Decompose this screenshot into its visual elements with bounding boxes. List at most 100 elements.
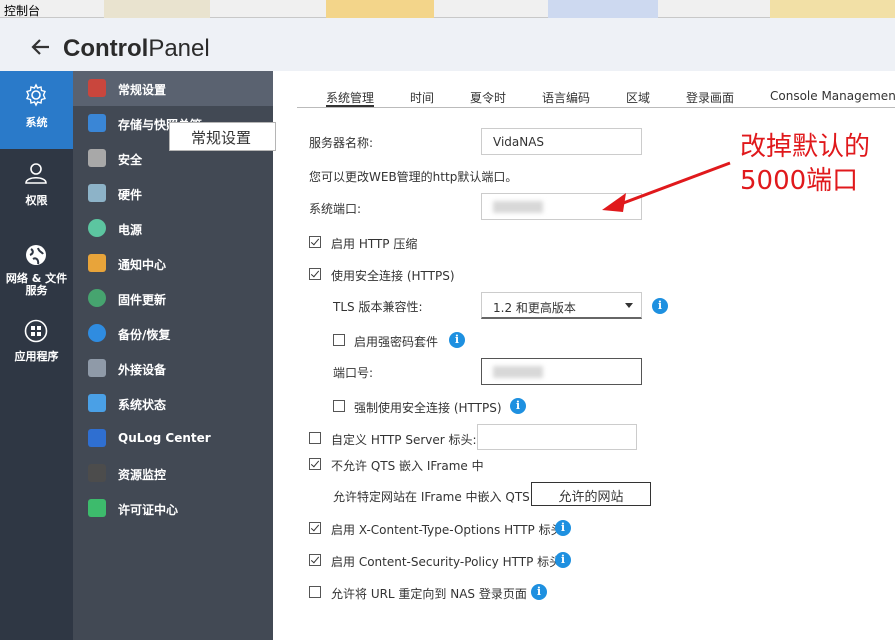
back-arrow-icon[interactable]	[30, 36, 52, 58]
menu-label: 固件更新	[118, 293, 167, 307]
annotation-text: 改掉默认的 5000端口	[740, 132, 871, 196]
license-icon	[88, 499, 106, 517]
menu-item-hardware[interactable]: 硬件	[73, 176, 273, 211]
tls-label: TLS 版本兼容性:	[333, 300, 423, 314]
blurred-value	[493, 201, 543, 213]
firmware-icon	[88, 289, 106, 307]
rail-item-network[interactable]: 网络 & 文件 服务	[0, 231, 73, 311]
menu-label: 安全	[118, 153, 143, 167]
tls-version-value: 1.2 和更高版本	[493, 301, 576, 315]
tab-console-management[interactable]: Console Management	[770, 89, 895, 103]
https-checkbox[interactable]	[309, 268, 321, 280]
menu-item-notifications[interactable]: 通知中心	[73, 246, 273, 281]
tls-version-select[interactable]: 1.2 和更高版本	[481, 292, 642, 319]
category-rail: 系统 权限 网络 & 文件 服务 应用程序	[0, 71, 73, 640]
https-port-input[interactable]	[481, 358, 642, 385]
menu-item-resource[interactable]: 资源监控	[73, 456, 273, 491]
info-icon[interactable]: i	[510, 398, 526, 414]
rail-label: 应用程序	[14, 350, 59, 363]
info-icon[interactable]: i	[555, 520, 571, 536]
info-icon[interactable]: i	[555, 552, 571, 568]
info-icon[interactable]: i	[652, 298, 668, 314]
custom-header-input[interactable]	[477, 424, 637, 450]
annotation-arrow	[602, 161, 731, 212]
apps-icon	[24, 319, 48, 343]
http-compression-checkbox[interactable]	[309, 236, 321, 248]
window-title: 控制台	[4, 4, 41, 18]
background-tile	[548, 0, 658, 18]
xcto-checkbox[interactable]	[309, 522, 321, 534]
storage-icon	[88, 114, 106, 132]
force-https-checkbox[interactable]	[333, 400, 345, 412]
menu-item-license[interactable]: 许可证中心	[73, 491, 273, 526]
window-titlebar: 控制台	[0, 0, 895, 18]
tab-login-screen[interactable]: 登录画面	[686, 89, 734, 106]
background-tile	[770, 0, 895, 18]
custom-header-checkbox[interactable]	[309, 432, 321, 444]
menu-item-external[interactable]: 外接设备	[73, 351, 273, 386]
gear-icon	[26, 83, 46, 107]
rail-item-system[interactable]: 系统	[0, 71, 73, 149]
backup-icon	[88, 324, 106, 342]
strong-cipher-label: 启用强密码套件	[354, 335, 439, 349]
globe-icon	[26, 245, 46, 265]
menu-label: 资源监控	[118, 468, 167, 482]
menu-item-status[interactable]: 系统状态	[73, 386, 273, 421]
system-status-icon	[88, 394, 106, 412]
qulog-icon	[88, 429, 106, 447]
background-tile	[326, 0, 434, 18]
tab-system-admin[interactable]: 系统管理	[326, 89, 375, 107]
lock-icon	[88, 149, 106, 167]
strong-cipher-checkbox[interactable]	[333, 334, 345, 346]
allowed-sites-button[interactable]: 允许的网站	[531, 482, 651, 506]
tab-language[interactable]: 语言编码	[542, 89, 590, 106]
tab-dst[interactable]: 夏令时	[470, 89, 506, 106]
rail-label: 系统	[25, 116, 48, 129]
chevron-down-icon	[625, 303, 633, 308]
csp-checkbox[interactable]	[309, 554, 321, 566]
menu-item-backup[interactable]: 备份/恢复	[73, 316, 273, 351]
menu-item-general[interactable]: 常规设置	[73, 71, 273, 106]
server-name-input[interactable]: VidaNAS	[481, 128, 642, 155]
rail-label: 权限	[25, 194, 48, 207]
tab-time[interactable]: 时间	[410, 89, 434, 106]
power-icon	[88, 219, 106, 237]
force-https-label: 强制使用安全连接 (HTTPS)	[354, 401, 502, 415]
no-iframe-checkbox[interactable]	[309, 458, 321, 470]
menu-label: 常规设置	[118, 83, 167, 97]
csp-label: 启用 Content-Security-Policy HTTP 标头	[331, 555, 562, 569]
rail-item-permissions[interactable]: 权限	[0, 149, 73, 227]
settings-menu: 常规设置 存储与快照总管 安全 硬件 电源 通知中心 固件更新 备份/恢复 外接…	[73, 71, 273, 640]
rail-item-apps[interactable]: 应用程序	[0, 307, 73, 385]
user-icon	[25, 163, 47, 184]
xcto-label: 启用 X-Content-Type-Options HTTP 标头	[331, 523, 563, 537]
rail-label: 网络 & 文件 服务	[5, 272, 68, 297]
info-icon[interactable]: i	[449, 332, 465, 348]
url-redirect-checkbox[interactable]	[309, 586, 321, 598]
app-header: ControlPanel	[0, 18, 895, 71]
app-title-rest: Panel	[148, 35, 210, 62]
allow-iframe-label: 允许特定网站在 IFrame 中嵌入 QTS	[333, 490, 530, 504]
server-name-label: 服务器名称:	[309, 136, 374, 150]
tab-region[interactable]: 区域	[626, 89, 650, 106]
menu-item-qulog[interactable]: QuLog Center	[73, 421, 273, 456]
menu-label: 电源	[118, 223, 143, 237]
system-port-label: 系统端口:	[309, 202, 362, 216]
notification-icon	[88, 254, 106, 272]
info-icon[interactable]: i	[531, 584, 547, 600]
menu-label: QuLog Center	[118, 431, 211, 445]
menu-item-power[interactable]: 电源	[73, 211, 273, 246]
resource-monitor-icon	[88, 464, 106, 482]
menu-item-firmware[interactable]: 固件更新	[73, 281, 273, 316]
menu-label: 备份/恢复	[118, 328, 171, 342]
no-iframe-label: 不允许 QTS 嵌入 IFrame 中	[331, 459, 484, 473]
http-compression-label: 启用 HTTP 压缩	[331, 237, 418, 251]
http-port-hint: 您可以更改WEB管理的http默认端口。	[309, 170, 518, 184]
menu-label: 通知中心	[118, 258, 167, 272]
https-label: 使用安全连接 (HTTPS)	[331, 269, 455, 283]
menu-label: 许可证中心	[118, 503, 179, 517]
app-title: ControlPanel	[63, 35, 210, 63]
tooltip: 常规设置	[169, 122, 276, 151]
custom-header-label: 自定义 HTTP Server 标头:	[331, 433, 477, 447]
https-port-label: 端口号:	[333, 366, 374, 380]
